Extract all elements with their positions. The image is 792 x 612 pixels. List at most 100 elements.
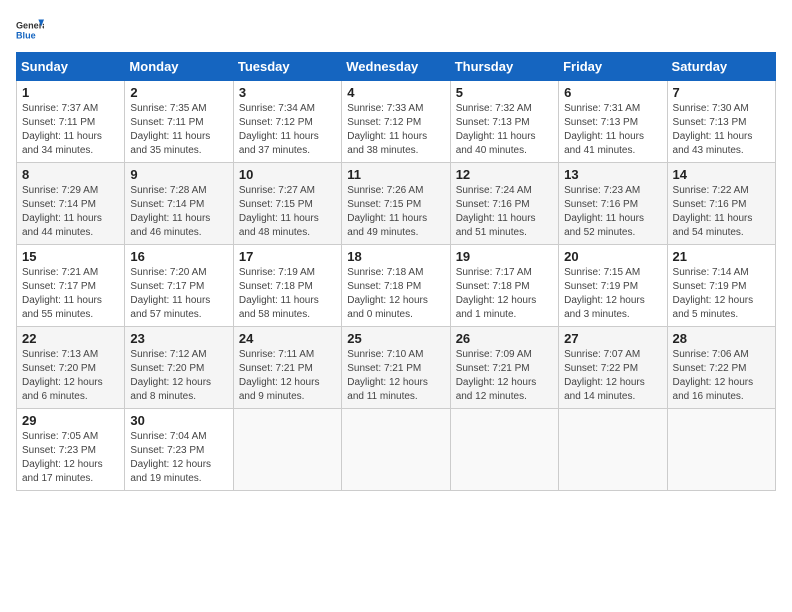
- day-number: 2: [130, 85, 227, 100]
- day-number: 30: [130, 413, 227, 428]
- calendar-cell: 16 Sunrise: 7:20 AM Sunset: 7:17 PM Dayli…: [125, 245, 233, 327]
- day-info: Sunrise: 7:07 AM Sunset: 7:22 PM Dayligh…: [564, 348, 661, 404]
- day-number: 7: [673, 85, 770, 100]
- calendar-cell: 13 Sunrise: 7:23 AM Sunset: 7:16 PM Dayli…: [559, 163, 667, 245]
- day-info: Sunrise: 7:09 AM Sunset: 7:21 PM Dayligh…: [456, 348, 553, 404]
- day-info: Sunrise: 7:06 AM Sunset: 7:22 PM Dayligh…: [673, 348, 770, 404]
- day-number: 27: [564, 331, 661, 346]
- logo: General Blue: [16, 16, 44, 44]
- calendar-cell: 24 Sunrise: 7:11 AM Sunset: 7:21 PM Dayli…: [233, 327, 341, 409]
- calendar-cell: 28 Sunrise: 7:06 AM Sunset: 7:22 PM Dayli…: [667, 327, 775, 409]
- page-header: General Blue: [16, 16, 776, 44]
- day-number: 4: [347, 85, 444, 100]
- calendar-cell: 4 Sunrise: 7:33 AM Sunset: 7:12 PM Daylig…: [342, 81, 450, 163]
- day-info: Sunrise: 7:27 AM Sunset: 7:15 PM Dayligh…: [239, 184, 336, 240]
- day-info: Sunrise: 7:22 AM Sunset: 7:16 PM Dayligh…: [673, 184, 770, 240]
- day-info: Sunrise: 7:29 AM Sunset: 7:14 PM Dayligh…: [22, 184, 119, 240]
- day-info: Sunrise: 7:32 AM Sunset: 7:13 PM Dayligh…: [456, 102, 553, 158]
- calendar-header-sunday: Sunday: [17, 53, 125, 81]
- calendar-header-saturday: Saturday: [667, 53, 775, 81]
- calendar-cell: 10 Sunrise: 7:27 AM Sunset: 7:15 PM Dayli…: [233, 163, 341, 245]
- day-number: 19: [456, 249, 553, 264]
- calendar-cell: [667, 409, 775, 491]
- day-info: Sunrise: 7:19 AM Sunset: 7:18 PM Dayligh…: [239, 266, 336, 322]
- day-number: 15: [22, 249, 119, 264]
- day-info: Sunrise: 7:10 AM Sunset: 7:21 PM Dayligh…: [347, 348, 444, 404]
- day-info: Sunrise: 7:15 AM Sunset: 7:19 PM Dayligh…: [564, 266, 661, 322]
- day-number: 1: [22, 85, 119, 100]
- calendar-table: SundayMondayTuesdayWednesdayThursdayFrid…: [16, 52, 776, 491]
- calendar-cell: 3Sunrise: 7:34 AM Sunset: 7:12 PM Daylig…: [233, 81, 341, 163]
- day-number: 22: [22, 331, 119, 346]
- day-number: 18: [347, 249, 444, 264]
- day-number: 5: [456, 85, 553, 100]
- calendar-week-4: 22 Sunrise: 7:13 AM Sunset: 7:20 PM Dayli…: [17, 327, 776, 409]
- svg-text:Blue: Blue: [16, 30, 36, 40]
- day-number: 12: [456, 167, 553, 182]
- day-number: 24: [239, 331, 336, 346]
- calendar-cell: 30Sunrise: 7:04 AM Sunset: 7:23 PM Dayli…: [125, 409, 233, 491]
- day-info: Sunrise: 7:11 AM Sunset: 7:21 PM Dayligh…: [239, 348, 336, 404]
- day-number: 14: [673, 167, 770, 182]
- calendar-cell: 23Sunrise: 7:12 AM Sunset: 7:20 PM Dayli…: [125, 327, 233, 409]
- day-info: Sunrise: 7:30 AM Sunset: 7:13 PM Dayligh…: [673, 102, 770, 158]
- day-info: Sunrise: 7:24 AM Sunset: 7:16 PM Dayligh…: [456, 184, 553, 240]
- day-info: Sunrise: 7:21 AM Sunset: 7:17 PM Dayligh…: [22, 266, 119, 322]
- day-number: 6: [564, 85, 661, 100]
- calendar-week-2: 8Sunrise: 7:29 AM Sunset: 7:14 PM Daylig…: [17, 163, 776, 245]
- day-info: Sunrise: 7:17 AM Sunset: 7:18 PM Dayligh…: [456, 266, 553, 322]
- day-info: Sunrise: 7:18 AM Sunset: 7:18 PM Dayligh…: [347, 266, 444, 322]
- calendar-cell: 19 Sunrise: 7:17 AM Sunset: 7:18 PM Dayli…: [450, 245, 558, 327]
- day-info: Sunrise: 7:23 AM Sunset: 7:16 PM Dayligh…: [564, 184, 661, 240]
- day-number: 26: [456, 331, 553, 346]
- day-info: Sunrise: 7:13 AM Sunset: 7:20 PM Dayligh…: [22, 348, 119, 404]
- calendar-header-tuesday: Tuesday: [233, 53, 341, 81]
- day-number: 29: [22, 413, 119, 428]
- calendar-week-5: 29Sunrise: 7:05 AM Sunset: 7:23 PM Dayli…: [17, 409, 776, 491]
- calendar-cell: 29Sunrise: 7:05 AM Sunset: 7:23 PM Dayli…: [17, 409, 125, 491]
- calendar-header-monday: Monday: [125, 53, 233, 81]
- calendar-cell: 6 Sunrise: 7:31 AM Sunset: 7:13 PM Daylig…: [559, 81, 667, 163]
- day-info: Sunrise: 7:26 AM Sunset: 7:15 PM Dayligh…: [347, 184, 444, 240]
- calendar-cell: [233, 409, 341, 491]
- day-number: 21: [673, 249, 770, 264]
- day-number: 11: [347, 167, 444, 182]
- calendar-header-row: SundayMondayTuesdayWednesdayThursdayFrid…: [17, 53, 776, 81]
- day-info: Sunrise: 7:37 AM Sunset: 7:11 PM Dayligh…: [22, 102, 119, 158]
- day-info: Sunrise: 7:20 AM Sunset: 7:17 PM Dayligh…: [130, 266, 227, 322]
- calendar-cell: 9 Sunrise: 7:28 AM Sunset: 7:14 PM Daylig…: [125, 163, 233, 245]
- day-number: 13: [564, 167, 661, 182]
- calendar-header-friday: Friday: [559, 53, 667, 81]
- day-info: Sunrise: 7:33 AM Sunset: 7:12 PM Dayligh…: [347, 102, 444, 158]
- calendar-header-wednesday: Wednesday: [342, 53, 450, 81]
- calendar-cell: 1 Sunrise: 7:37 AM Sunset: 7:11 PM Daylig…: [17, 81, 125, 163]
- calendar-cell: 15 Sunrise: 7:21 AM Sunset: 7:17 PM Dayli…: [17, 245, 125, 327]
- day-number: 10: [239, 167, 336, 182]
- day-number: 28: [673, 331, 770, 346]
- calendar-cell: [342, 409, 450, 491]
- day-number: 23: [130, 331, 227, 346]
- calendar-cell: 2 Sunrise: 7:35 AM Sunset: 7:11 PM Daylig…: [125, 81, 233, 163]
- day-number: 3: [239, 85, 336, 100]
- day-info: Sunrise: 7:28 AM Sunset: 7:14 PM Dayligh…: [130, 184, 227, 240]
- logo-icon: General Blue: [16, 16, 44, 44]
- calendar-cell: [450, 409, 558, 491]
- day-number: 9: [130, 167, 227, 182]
- calendar-cell: 14 Sunrise: 7:22 AM Sunset: 7:16 PM Dayli…: [667, 163, 775, 245]
- calendar-cell: [559, 409, 667, 491]
- day-info: Sunrise: 7:31 AM Sunset: 7:13 PM Dayligh…: [564, 102, 661, 158]
- calendar-cell: 8Sunrise: 7:29 AM Sunset: 7:14 PM Daylig…: [17, 163, 125, 245]
- calendar-week-3: 15 Sunrise: 7:21 AM Sunset: 7:17 PM Dayli…: [17, 245, 776, 327]
- day-info: Sunrise: 7:35 AM Sunset: 7:11 PM Dayligh…: [130, 102, 227, 158]
- calendar-cell: 5 Sunrise: 7:32 AM Sunset: 7:13 PM Daylig…: [450, 81, 558, 163]
- day-number: 25: [347, 331, 444, 346]
- calendar-cell: 22 Sunrise: 7:13 AM Sunset: 7:20 PM Dayli…: [17, 327, 125, 409]
- calendar-cell: 20 Sunrise: 7:15 AM Sunset: 7:19 PM Dayli…: [559, 245, 667, 327]
- calendar-cell: 26 Sunrise: 7:09 AM Sunset: 7:21 PM Dayli…: [450, 327, 558, 409]
- calendar-cell: 7 Sunrise: 7:30 AM Sunset: 7:13 PM Daylig…: [667, 81, 775, 163]
- day-number: 20: [564, 249, 661, 264]
- calendar-cell: 17 Sunrise: 7:19 AM Sunset: 7:18 PM Dayli…: [233, 245, 341, 327]
- day-number: 17: [239, 249, 336, 264]
- calendar-cell: 21Sunrise: 7:14 AM Sunset: 7:19 PM Dayli…: [667, 245, 775, 327]
- day-number: 16: [130, 249, 227, 264]
